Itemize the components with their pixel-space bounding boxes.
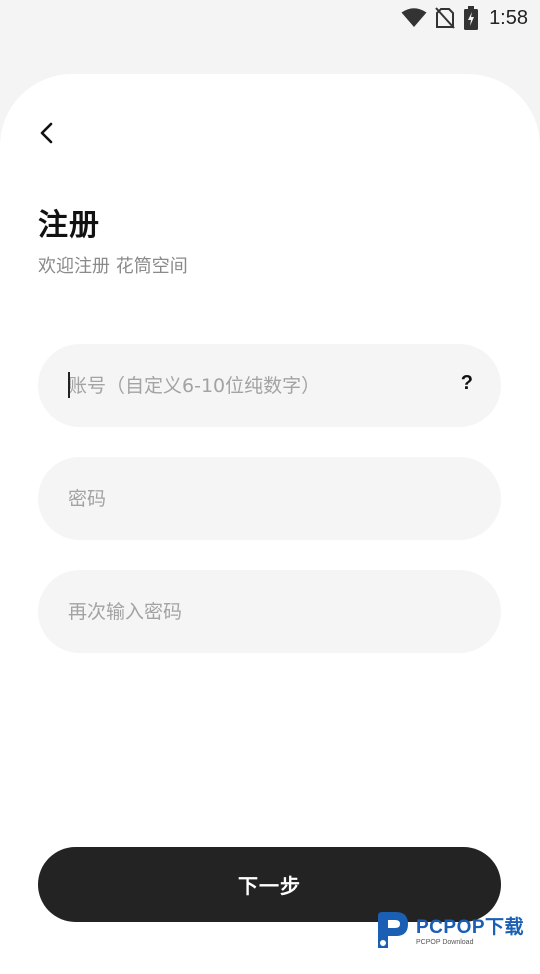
password-input[interactable]	[68, 487, 448, 510]
status-time: 1:58	[489, 6, 528, 29]
password-field[interactable]	[38, 457, 501, 540]
battery-charging-icon	[463, 6, 479, 30]
no-sim-icon	[435, 7, 455, 29]
chevron-left-icon	[37, 121, 57, 149]
text-cursor	[68, 372, 70, 398]
confirm-password-input[interactable]	[68, 600, 448, 623]
account-field[interactable]: ?	[38, 344, 501, 427]
confirm-password-field[interactable]	[38, 570, 501, 653]
status-bar: 1:58	[0, 0, 540, 36]
watermark-sub: PCPOP Download	[416, 939, 474, 946]
watermark-main: PCPOP下载	[416, 917, 525, 938]
help-icon[interactable]: ?	[461, 372, 473, 395]
back-button[interactable]	[30, 118, 64, 152]
pcpop-logo-icon	[374, 910, 410, 954]
page-title: 注册	[38, 208, 100, 243]
watermark-logo: PCPOP下载 PCPOP Download	[374, 910, 540, 954]
wifi-icon	[401, 8, 427, 28]
page-subtitle: 欢迎注册 花筒空间	[38, 256, 188, 277]
account-input[interactable]	[68, 374, 448, 397]
